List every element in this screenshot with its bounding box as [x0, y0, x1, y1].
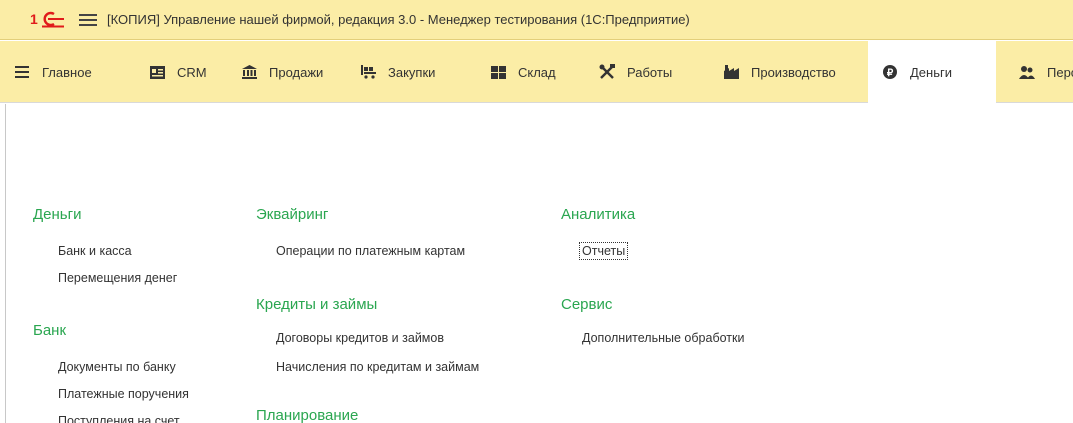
svg-text:₽: ₽ — [887, 68, 894, 79]
section-personnel[interactable]: Персо — [1019, 41, 1073, 103]
group-title-money: Деньги — [33, 206, 82, 223]
section-sales[interactable]: Продажи — [241, 41, 323, 103]
link-card-operations[interactable]: Операции по платежным картам — [276, 244, 465, 258]
section-warehouse[interactable]: Склад — [490, 41, 556, 103]
link-reports[interactable]: Отчеты — [578, 242, 629, 260]
section-money[interactable]: ₽ Деньги — [868, 41, 996, 103]
shop-icon — [241, 64, 257, 80]
section-label: Закупки — [388, 64, 436, 80]
window-title: [КОПИЯ] Управление нашей фирмой, редакци… — [107, 12, 690, 27]
ruble-icon: ₽ — [882, 64, 898, 80]
section-label: Производство — [751, 64, 836, 80]
section-main[interactable]: Главное — [14, 41, 92, 103]
tools-icon — [599, 64, 615, 80]
link-bank-and-cash[interactable]: Банк и касса — [58, 244, 132, 258]
link-account-receipts[interactable]: Поступления на счет — [58, 414, 180, 423]
section-label: Персо — [1047, 64, 1073, 80]
cart-icon — [360, 64, 376, 80]
group-title-credits: Кредиты и займы — [256, 296, 378, 313]
link-money-transfers[interactable]: Перемещения денег — [58, 271, 177, 285]
group-title-bank: Банк — [33, 322, 67, 339]
group-title-analytics: Аналитика — [561, 206, 636, 223]
svg-text:1: 1 — [30, 11, 38, 27]
link-additional-processing[interactable]: Дополнительные обработки — [582, 331, 744, 345]
link-credit-accruals[interactable]: Начисления по кредитам и займам — [276, 360, 479, 374]
list-icon — [14, 64, 30, 80]
section-label: Продажи — [269, 64, 324, 80]
title-bar: 1 [КОПИЯ] Управление нашей фирмой, редак… — [0, 0, 1073, 40]
section-label: CRM — [177, 64, 207, 80]
link-credit-contracts[interactable]: Договоры кредитов и займов — [276, 331, 444, 345]
factory-icon — [723, 64, 739, 80]
link-bank-documents[interactable]: Документы по банку — [58, 360, 176, 374]
left-border — [0, 104, 6, 423]
section-purchases[interactable]: Закупки — [360, 41, 435, 103]
link-payment-orders[interactable]: Платежные поручения — [58, 387, 189, 401]
section-label: Главное — [42, 64, 92, 80]
section-works[interactable]: Работы — [599, 41, 672, 103]
sections-panel: Главное CRM Продажи Закупки Склад Работы — [0, 41, 1073, 103]
section-production[interactable]: Производство — [723, 41, 836, 103]
contact-card-icon — [149, 64, 165, 80]
warehouse-icon — [490, 64, 506, 80]
section-label: Склад — [518, 64, 556, 80]
group-title-planning: Планирование — [256, 407, 359, 423]
section-label: Работы — [627, 64, 673, 80]
group-title-acquiring: Эквайринг — [256, 206, 329, 223]
1c-logo-icon: 1 — [30, 11, 64, 28]
section-label: Деньги — [910, 64, 952, 80]
section-crm[interactable]: CRM — [149, 41, 207, 103]
group-title-service: Сервис — [561, 296, 613, 313]
main-menu-icon[interactable] — [79, 12, 97, 28]
people-icon — [1019, 64, 1035, 80]
